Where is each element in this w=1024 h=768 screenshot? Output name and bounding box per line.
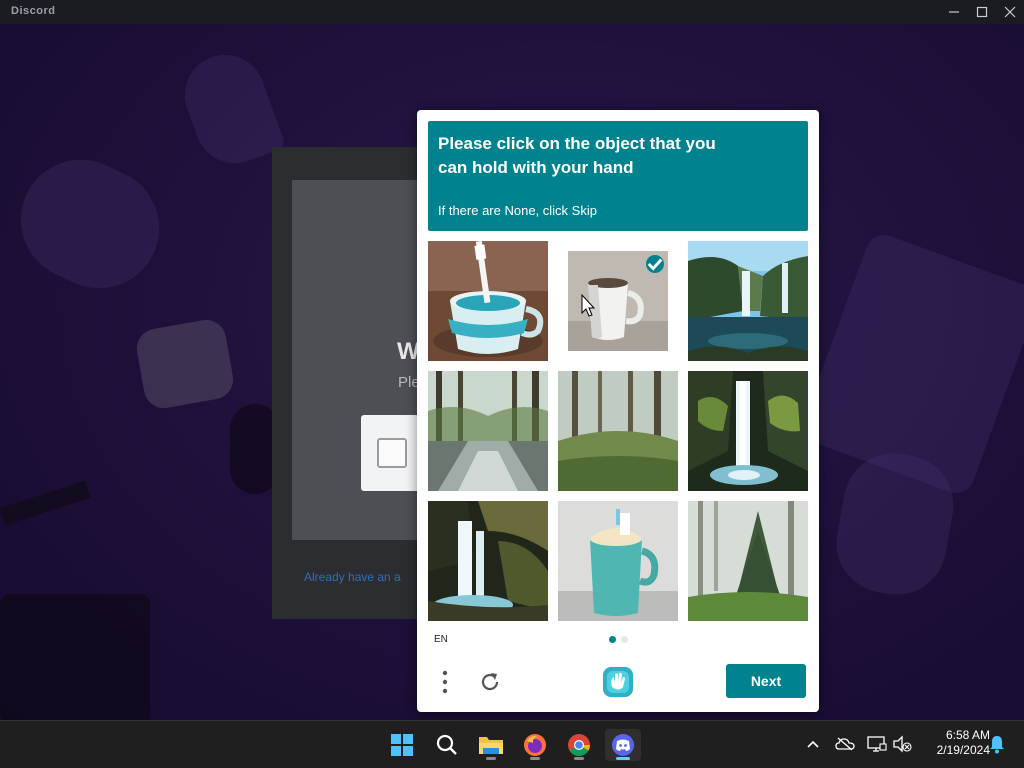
next-button[interactable]: Next [726, 664, 806, 698]
minimize-button[interactable] [940, 0, 968, 24]
taskbar-clock[interactable]: 6:58 AM 2/19/2024 [918, 728, 990, 758]
cloud-offline-icon [835, 737, 855, 751]
captcha-challenge: Please click on the object that you can … [417, 110, 819, 712]
prompt-title: Please click on the object that you can … [438, 134, 716, 177]
tile-foggy-pine-forest[interactable] [688, 501, 808, 621]
network-tray-icon[interactable] [866, 733, 888, 755]
refresh-icon [481, 673, 499, 691]
menu-button[interactable] [437, 668, 453, 696]
firefox-icon [524, 734, 546, 756]
maximize-button[interactable] [968, 0, 996, 24]
hcaptcha-logo [600, 665, 636, 699]
discord-icon [612, 734, 634, 756]
tile-toothbrush-cup[interactable] [428, 241, 548, 361]
taskbar-firefox[interactable] [517, 729, 553, 761]
clock-time: 6:58 AM [945, 728, 990, 742]
taskbar-discord[interactable] [605, 729, 641, 761]
running-indicator [574, 757, 584, 760]
clock-date: 2/19/2024 [936, 743, 990, 757]
tile-waterfall-cave[interactable] [428, 501, 548, 621]
folder-icon [479, 737, 503, 754]
already-have-account-link[interactable]: Already have an a [304, 570, 401, 584]
tile-misty-forest[interactable] [558, 371, 678, 491]
running-indicator [486, 757, 496, 760]
tile-waterfall-rocks[interactable] [688, 371, 808, 491]
taskbar-file-explorer[interactable] [473, 729, 509, 761]
challenge-prompt: Please click on the object that you can … [428, 121, 808, 231]
chevron-up-icon [807, 740, 819, 748]
taskbar-chrome[interactable] [561, 729, 597, 761]
hcaptcha-icon [603, 667, 633, 697]
refresh-button[interactable] [475, 667, 505, 697]
more-vertical-icon [442, 670, 448, 694]
taskbar [0, 720, 1024, 768]
search-icon [436, 734, 457, 755]
taskbar-search[interactable] [429, 729, 465, 761]
close-icon [1004, 6, 1016, 18]
captcha-checkbox[interactable] [377, 438, 407, 468]
minimize-icon [949, 11, 959, 13]
selected-check-icon [646, 255, 664, 273]
volume-muted-icon [893, 735, 912, 753]
window-titlebar: Discord [0, 0, 1024, 24]
show-hidden-icons-button[interactable] [802, 733, 824, 755]
tile-teal-mug-toothbrush[interactable] [558, 501, 678, 621]
page-indicator-current [609, 636, 616, 643]
tile-white-mug[interactable] [558, 241, 678, 361]
prompt-subtitle: If there are None, click Skip [438, 203, 597, 218]
page-indicator-next [621, 636, 628, 643]
tile-waterfall-lake[interactable] [688, 241, 808, 361]
running-indicator [616, 757, 630, 760]
start-button[interactable] [384, 729, 420, 761]
network-icon [867, 736, 887, 752]
window-title: Discord [11, 5, 56, 17]
language-selector[interactable]: EN [434, 634, 448, 645]
running-indicator [530, 757, 540, 760]
tile-forest-stream[interactable] [428, 371, 548, 491]
volume-tray-icon[interactable] [891, 733, 913, 755]
bell-icon [990, 736, 1004, 754]
onedrive-tray-icon[interactable] [834, 733, 856, 755]
close-button[interactable] [996, 0, 1024, 24]
maximize-icon [976, 6, 988, 18]
chrome-icon [568, 734, 590, 756]
windows-icon [391, 734, 413, 756]
